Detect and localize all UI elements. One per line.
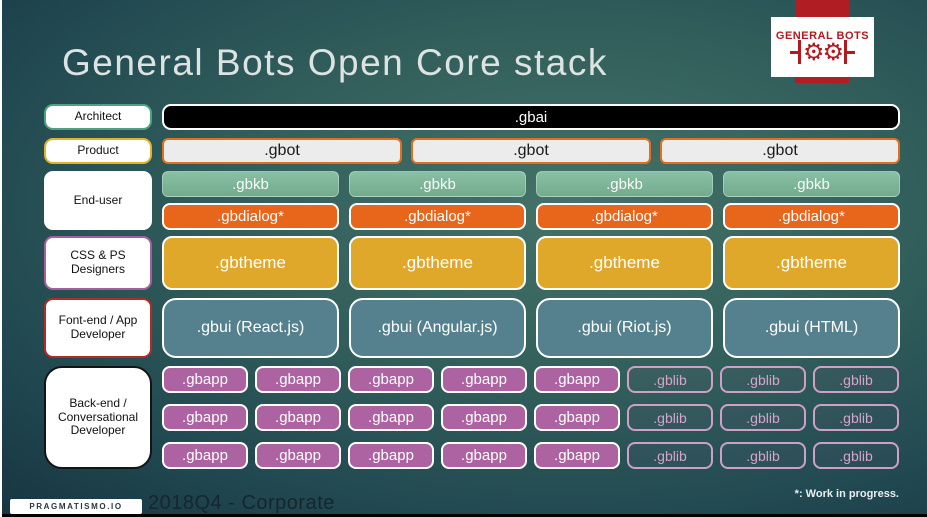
gblib-box: .gblib [813,366,899,393]
page-title: General Bots Open Core stack [62,42,608,83]
gbot-box: .gbot [411,138,651,164]
gblib-box: .gblib [720,442,806,469]
gbapp-box: .gbapp [441,442,527,469]
gblib-box: .gblib [720,404,806,431]
gbdialog-box: .gbdialog* [162,203,339,230]
footer-text: 2018Q4 - Corporate [148,492,335,514]
gbapp-box: .gbapp [348,442,434,469]
row-label-css-ps-designers: CSS & PS Designers [44,236,152,290]
gbapp-box: .gbapp [441,366,527,393]
gblib-box: .gblib [813,404,899,431]
gbtheme-box: .gbtheme [723,236,900,290]
gblib-box: .gblib [627,404,713,431]
gbtheme-box: .gbtheme [536,236,713,290]
gbapp-box: .gbapp [162,442,248,469]
gblib-box: .gblib [627,366,713,393]
gbtheme-box: .gbtheme [349,236,526,290]
gbapp-box: .gbapp [441,404,527,431]
row-label-end-user: End-user [44,171,152,230]
row-label-backend-conversational-developer: Back-end / Conversational Developer [44,366,152,469]
row-label-frontend-app-developer: Font-end / App Developer [44,298,152,358]
gbapp-box: .gbapp [255,404,341,431]
gbui-html-box: .gbui (HTML) [723,298,900,358]
slide: General Bots Open Core stack GENERAL BOT… [0,0,927,517]
gears-icon: ⚙⚙ [789,38,856,66]
gbot-box: .gbot [660,138,900,164]
gblib-box: .gblib [813,442,899,469]
gbapp-box: .gbapp [162,404,248,431]
gblib-box: .gblib [720,366,806,393]
general-bots-logo: GENERAL BOTS ⚙⚙ [771,17,874,77]
gbapp-box: .gbapp [534,442,620,469]
gear-line-right [847,50,856,54]
work-in-progress-footnote: *: Work in progress. [794,488,899,500]
gbapp-box: .gbapp [162,366,248,393]
row-label-product: Product [44,138,152,164]
gbapp-box: .gbapp [348,404,434,431]
gbapp-box: .gbapp [534,404,620,431]
gblib-box: .gblib [627,442,713,469]
gbdialog-box: .gbdialog* [723,203,900,230]
row-label-architect: Architect [44,104,152,130]
gbkb-box: .gbkb [162,171,339,197]
gbtheme-box: .gbtheme [162,236,339,290]
gbkb-box: .gbkb [723,171,900,197]
pragmatismo-logo: PRAGMATISMO.IO [10,499,142,514]
gbapp-box: .gbapp [348,366,434,393]
gear-line-left [789,50,798,54]
gear-glyphs-icon: ⚙⚙ [802,38,844,66]
gbapp-box: .gbapp [255,366,341,393]
gbot-box: .gbot [162,138,402,164]
gbapp-box: .gbapp [255,442,341,469]
gbui-angular-box: .gbui (Angular.js) [349,298,526,358]
gbai-box: .gbai [162,104,900,130]
gbkb-box: .gbkb [536,171,713,197]
gbdialog-box: .gbdialog* [349,203,526,230]
gbapp-box: .gbapp [534,366,620,393]
gbkb-box: .gbkb [349,171,526,197]
gbdialog-box: .gbdialog* [536,203,713,230]
gbui-riot-box: .gbui (Riot.js) [536,298,713,358]
gbui-react-box: .gbui (React.js) [162,298,339,358]
